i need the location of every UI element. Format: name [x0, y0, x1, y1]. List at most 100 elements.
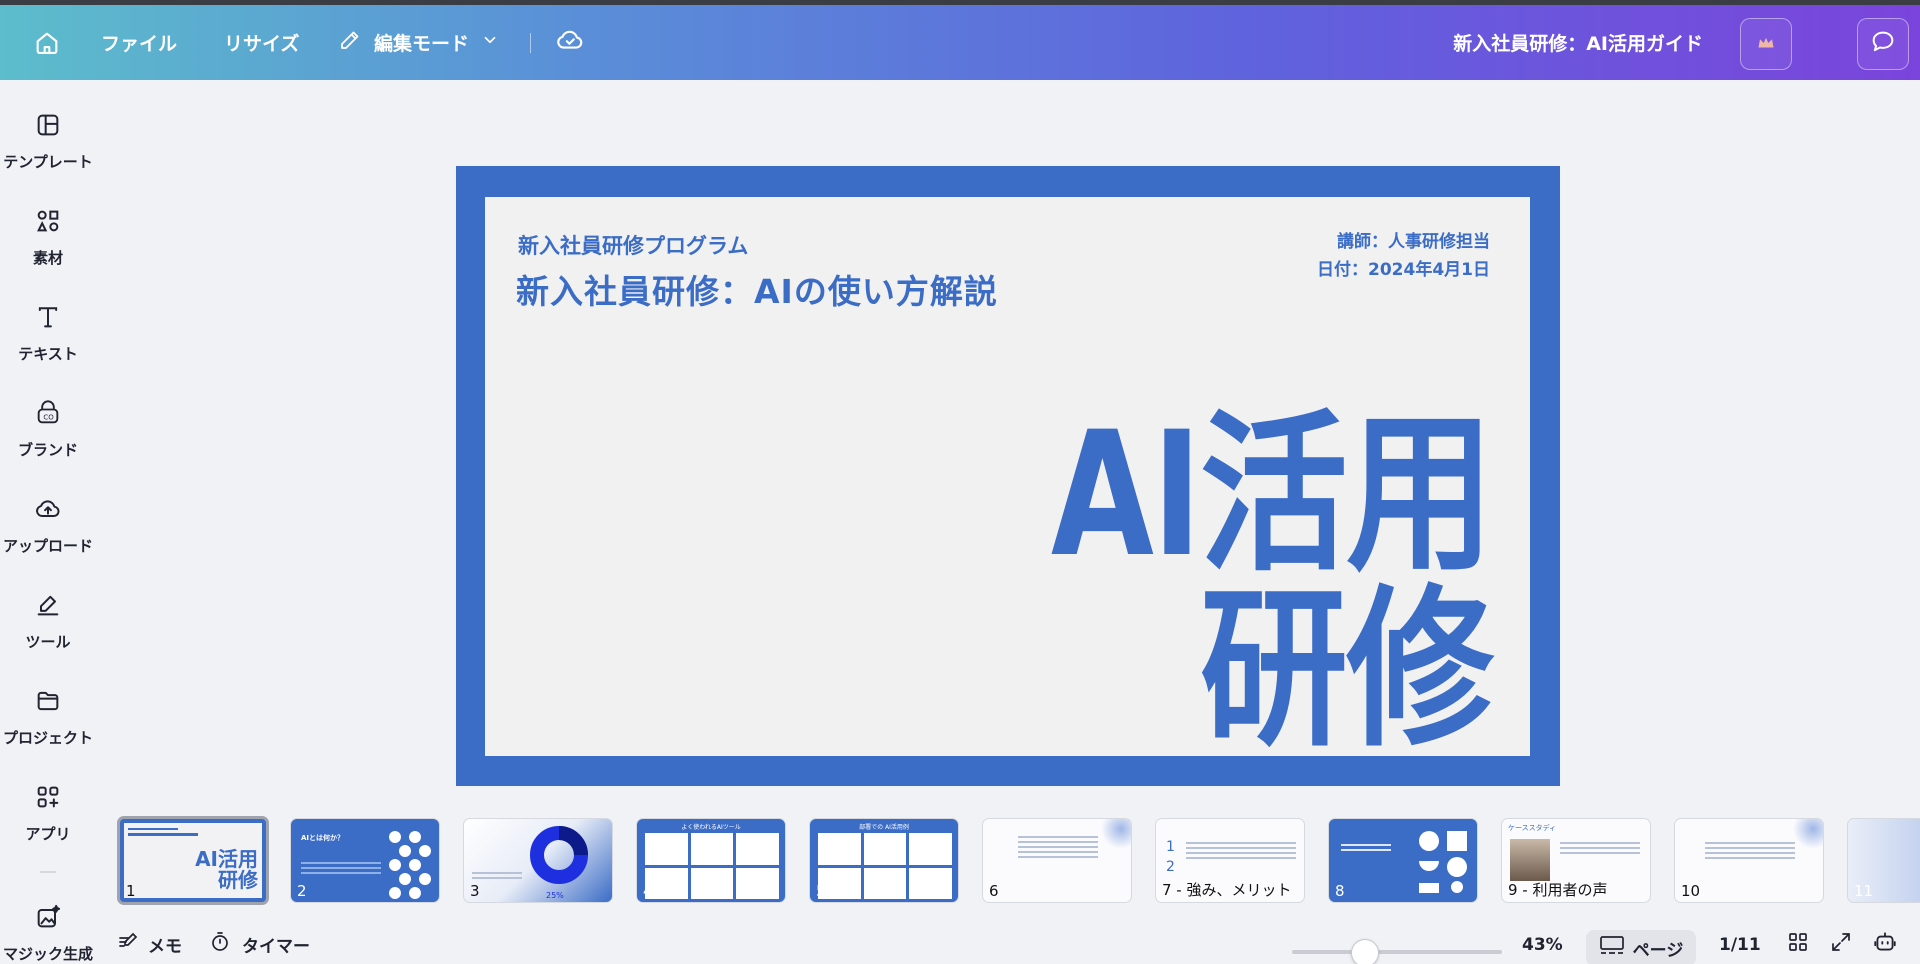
edit-mode-label: 編集モード — [374, 33, 470, 55]
thumbnail-page-9[interactable]: ケーススタディ 9 - 利用者の声 — [1501, 818, 1651, 903]
big-heading-line-2: 研修 — [1199, 569, 1494, 756]
slide-inner-panel: 新入社員研修プログラム 新入社員研修：AIの使い方解説 講師：人事研修担当 日付… — [485, 197, 1530, 756]
zoom-slider-handle[interactable] — [1351, 939, 1379, 964]
sidebar-separator — [40, 871, 56, 873]
sidebar-item-magic-media[interactable]: マジック生成 — [0, 903, 96, 964]
template-icon — [34, 111, 62, 143]
thumbnail-page-3[interactable]: 25% 3 — [463, 818, 613, 903]
sidebar-item-label: テキスト — [18, 345, 78, 363]
thumbnail-mini-text: AI活用 研修 — [195, 847, 258, 892]
premium-button[interactable] — [1740, 18, 1792, 70]
slide-date: 日付：2024年4月1日 — [1317, 260, 1490, 280]
sidebar-item-label: プロジェクト — [2, 729, 93, 747]
pencil-icon — [338, 28, 362, 57]
file-menu[interactable]: ファイル — [101, 5, 177, 80]
thumbnail-label: 7 - 強み、メリット — [1162, 881, 1292, 899]
sidebar-item-projects[interactable]: プロジェクト — [0, 687, 96, 748]
page-thumbnail-strip: AI活用 研修 1 AIとは何か？ 2 25% 3 よく使われるAIツール 4 — [96, 812, 1920, 914]
slide-instructor: 講師：人事研修担当 — [1337, 232, 1490, 252]
sidebar-item-label: ブランド — [17, 441, 78, 459]
thumbnail-mini-text: よく使われるAIツール — [681, 824, 741, 831]
thumbnail-page-7[interactable]: 12 7 - 強み、メリット — [1155, 818, 1305, 903]
sidebar-item-tools[interactable]: ツール — [0, 591, 96, 652]
thumbnail-label: 8 — [1335, 882, 1345, 900]
thumbnail-page-10[interactable]: 10 — [1674, 818, 1824, 903]
thumbnail-mini-text: 部署での AI活用例 — [859, 824, 909, 831]
edit-mode-dropdown[interactable]: 編集モード — [338, 5, 499, 80]
bottom-bar: メモ タイマー 43% ページ 1/11 — [96, 925, 1920, 964]
tools-icon — [34, 591, 62, 623]
card-grid — [818, 833, 952, 899]
sidebar-item-apps[interactable]: アプリ — [0, 783, 96, 844]
slide-subtitle[interactable]: 新入社員研修プログラム — [518, 230, 748, 260]
thumbnail-label: 6 — [989, 882, 999, 900]
thumbnail-page-6[interactable]: 6 — [982, 818, 1132, 903]
robot-icon — [1872, 929, 1898, 960]
comment-icon — [1869, 28, 1897, 60]
thumbnail-page-1[interactable]: AI活用 研修 1 — [117, 816, 269, 905]
resize-button[interactable]: リサイズ — [224, 5, 299, 80]
upload-icon — [34, 495, 62, 527]
fullscreen-button[interactable] — [1829, 925, 1853, 964]
editor-app: ファイル リサイズ 編集モード 新入社員研修：AI活用ガイド テンプレート 素材… — [0, 0, 1920, 964]
apps-icon — [34, 783, 62, 815]
cloud-check-icon — [555, 25, 585, 60]
home-icon — [33, 29, 61, 57]
thumbnail-page-4[interactable]: よく使われるAIツール 4 — [636, 818, 786, 903]
svg-text:CO: CO — [43, 413, 54, 421]
thumbnail-label: 10 — [1681, 882, 1701, 900]
thumbnail-label: 11 — [1854, 882, 1874, 900]
thumbnail-label: 4 — [643, 882, 653, 900]
assistant-button[interactable] — [1872, 925, 1898, 964]
comments-button[interactable] — [1857, 18, 1909, 70]
sidebar-item-elements[interactable]: 素材 — [0, 207, 96, 268]
thumbnail-label: 1 — [126, 882, 136, 900]
thumbnail-page-8[interactable]: 8 — [1328, 818, 1478, 903]
timer-icon — [208, 930, 232, 959]
sidebar-item-brand[interactable]: CO ブランド — [0, 399, 96, 460]
thumbnail-mini-text: ケーススタディ — [1508, 824, 1557, 832]
shapes-graphic — [1419, 831, 1467, 893]
thumbnail-page-5[interactable]: 部署での AI活用例 5 — [809, 818, 959, 903]
top-toolbar: ファイル リサイズ 編集モード 新入社員研修：AI活用ガイド — [0, 5, 1920, 80]
page-indicator[interactable]: 1/11 — [1719, 925, 1761, 964]
notes-button[interactable]: メモ — [116, 925, 182, 964]
zoom-slider-track[interactable] — [1292, 950, 1502, 954]
sidebar-item-label: アップロード — [2, 537, 93, 555]
current-slide[interactable]: 新入社員研修プログラム 新入社員研修：AIの使い方解説 講師：人事研修担当 日付… — [456, 166, 1560, 786]
text-lines — [1018, 833, 1098, 861]
sidebar-item-uploads[interactable]: アップロード — [0, 495, 96, 556]
pages-icon — [1599, 934, 1625, 963]
timer-button[interactable]: タイマー — [208, 925, 310, 964]
zoom-level[interactable]: 43% — [1522, 925, 1563, 964]
sidebar-item-label: アプリ — [25, 825, 71, 843]
sidebar-item-label: ツール — [25, 633, 71, 651]
donut-chart-graphic — [530, 826, 588, 884]
sidebar-item-label: 素材 — [32, 249, 63, 267]
home-button[interactable] — [33, 5, 61, 80]
thumbnail-page-2[interactable]: AIとは何か？ 2 — [290, 818, 440, 903]
crown-icon — [1757, 35, 1775, 54]
thumbnail-page-11[interactable]: 11 — [1847, 818, 1920, 903]
sidebar-item-templates[interactable]: テンプレート — [0, 111, 96, 172]
grid-view-button[interactable] — [1786, 925, 1810, 964]
card-grid — [645, 833, 779, 899]
pages-button[interactable]: ページ — [1586, 930, 1696, 964]
grid-view-icon — [1786, 930, 1810, 959]
sidebar-item-text[interactable]: テキスト — [0, 303, 96, 364]
magic-media-icon — [34, 903, 62, 935]
elements-icon — [34, 207, 62, 239]
slide-title[interactable]: 新入社員研修：AIの使い方解説 — [516, 265, 998, 313]
timer-label: タイマー — [242, 937, 310, 957]
cloud-save-status[interactable] — [555, 5, 585, 80]
sidebar-item-label: テンプレート — [3, 153, 93, 171]
thumbnail-label: 3 — [470, 882, 480, 900]
expand-icon — [1829, 930, 1853, 959]
document-title[interactable]: 新入社員研修：AI活用ガイド — [1453, 5, 1703, 80]
thumbnail-mini-text: AIとは何か？ — [301, 834, 345, 842]
toolbar-divider — [530, 33, 531, 53]
notes-icon — [116, 930, 140, 959]
text-icon — [34, 303, 62, 335]
slide-meta[interactable]: 講師：人事研修担当 日付：2024年4月1日 — [1317, 228, 1490, 284]
slide-big-heading[interactable]: AI活用 研修 — [1051, 407, 1494, 756]
